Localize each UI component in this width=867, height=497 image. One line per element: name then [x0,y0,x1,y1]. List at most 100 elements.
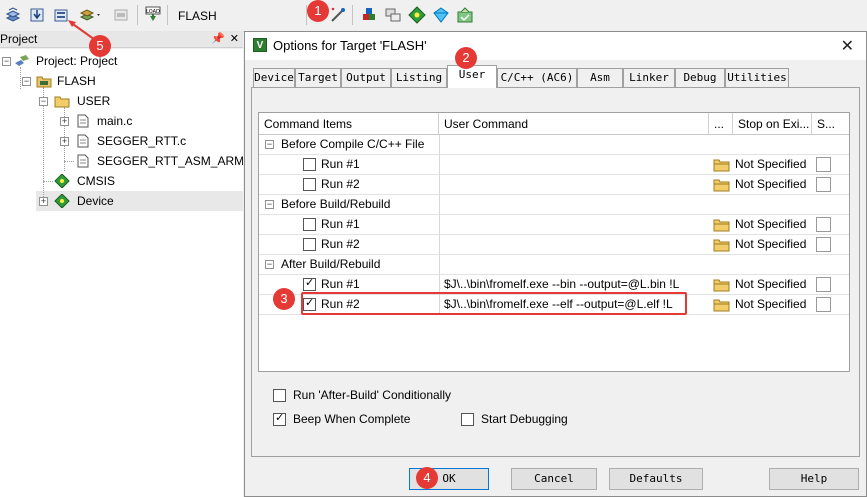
stop-on-exit-value[interactable]: Not Specified [735,155,806,175]
tab-user[interactable]: User [447,65,497,88]
pin-icon[interactable]: 📌 [211,31,225,47]
project-panel-title: Project [0,32,38,46]
file-icon [77,154,89,168]
pack-installer-icon[interactable] [456,6,474,24]
tree-item-segger-rtt-asm[interactable]: SEGGER_RTT_ASM_ARMv7M [0,151,243,171]
table-row[interactable]: Run #1 Not Specified [259,215,849,235]
manage-project-icon[interactable] [360,6,378,24]
tree-item-user[interactable]: − USER [0,91,243,111]
s-checkbox[interactable] [816,277,831,292]
expand-icon[interactable]: + [60,117,69,126]
collapse-icon[interactable]: − [2,57,11,66]
component-icon [54,194,70,208]
run-checkbox[interactable] [303,276,316,291]
run-checkbox[interactable] [303,238,316,251]
highlight-box [301,292,687,315]
tree-item-segger-rtt-c[interactable]: + SEGGER_RTT.c [0,131,243,151]
select-packs-icon[interactable] [432,6,450,24]
stop-on-exit-value[interactable]: Not Specified [735,215,806,235]
option-checkbox[interactable] [461,413,474,426]
stop-on-exit-value[interactable]: Not Specified [735,295,806,315]
annotation-badge-4: 4 [416,467,438,489]
project-tree: − Project: Project − FLASH − USER + main… [0,49,243,497]
tree-label: USER [77,94,111,108]
tab-listing[interactable]: Listing [391,68,447,87]
expand-icon[interactable]: + [60,137,69,146]
file-extensions-icon[interactable] [384,6,402,24]
browse-folder-icon[interactable] [713,158,730,172]
browse-folder-icon[interactable] [713,298,730,312]
col-command-items: Command Items [259,113,439,135]
build-icon[interactable] [4,6,22,24]
collapse-icon[interactable]: − [265,140,274,149]
tree-item-device[interactable]: + Device [0,191,243,211]
run-checkbox[interactable] [303,218,316,231]
stop-on-exit-value[interactable]: Not Specified [735,235,806,255]
cancel-button[interactable]: Cancel [511,468,597,490]
browse-folder-icon[interactable] [713,238,730,252]
s-checkbox[interactable] [816,217,831,232]
project-icon [15,55,29,66]
tree-item-main-c[interactable]: + main.c [0,111,243,131]
project-panel-header: Project 📌 ✕ [0,31,243,48]
tree-item-project[interactable]: − Project: Project [0,51,243,71]
group-before-build[interactable]: − Before Build/Rebuild [259,195,849,215]
collapse-icon[interactable]: − [39,97,48,106]
help-button[interactable]: Help [769,468,859,490]
col-browse: ... [709,113,733,135]
defaults-button[interactable]: Defaults [609,468,703,490]
collapse-icon[interactable]: − [265,200,274,209]
s-checkbox[interactable] [816,157,831,172]
browse-folder-icon[interactable] [713,278,730,292]
s-checkbox[interactable] [816,177,831,192]
browse-folder-icon[interactable] [713,218,730,232]
command-input[interactable] [439,155,709,175]
tab-output[interactable]: Output [341,68,391,87]
browse-folder-icon[interactable] [713,178,730,192]
tree-item-flash[interactable]: − FLASH [0,71,243,91]
tree-label: SEGGER_RTT.c [97,134,187,148]
download-icon[interactable]: LOAD [144,6,162,24]
run-checkbox[interactable] [303,158,316,171]
tab-target[interactable]: Target [295,68,341,87]
table-row[interactable]: Run #1 Not Specified [259,155,849,175]
option-checkbox[interactable] [273,389,286,402]
stop-build-icon[interactable] [112,6,130,24]
tree-label: SEGGER_RTT_ASM_ARMv7M [97,154,243,168]
table-row[interactable]: Run #2 Not Specified [259,235,849,255]
collapse-icon[interactable]: − [265,260,274,269]
tab-device[interactable]: Device [253,68,295,87]
dialog-close-button[interactable]: ✕ [841,36,854,56]
command-input[interactable] [439,215,709,235]
target-options-icon[interactable] [329,6,347,24]
group-before-compile[interactable]: − Before Compile C/C++ File [259,135,849,155]
s-checkbox[interactable] [816,297,831,312]
group-label: Before Compile C/C++ File [281,137,425,151]
stop-on-exit-value[interactable]: Not Specified [735,175,806,195]
rebuild-icon[interactable] [28,6,46,24]
panel-close-icon[interactable]: ✕ [230,31,239,47]
collapse-icon[interactable]: − [22,77,31,86]
target-select[interactable]: FLASH [172,7,302,25]
dialog-titlebar[interactable]: V Options for Target 'FLASH' ✕ [245,32,866,60]
manage-components-icon[interactable] [408,6,426,24]
tab-utilities[interactable]: Utilities [725,68,789,87]
option-label: Run 'After-Build' Conditionally [293,388,451,402]
tab-linker[interactable]: Linker [623,68,675,87]
run-checkbox[interactable] [303,178,316,191]
tab-cpp-ac6[interactable]: C/C++ (AC6) [497,68,577,87]
tab-debug[interactable]: Debug [675,68,725,87]
tree-item-cmsis[interactable]: CMSIS [0,171,243,191]
option-checkbox[interactable] [273,411,286,426]
col-stop-on-exit: Stop on Exi... [733,113,812,135]
command-input[interactable] [439,235,709,255]
group-after-build[interactable]: − After Build/Rebuild [259,255,849,275]
annotation-badge-5: 5 [89,35,111,57]
s-checkbox[interactable] [816,237,831,252]
tab-asm[interactable]: Asm [577,68,623,87]
stop-on-exit-value[interactable]: Not Specified [735,275,806,295]
run-label: Run #2 [321,177,360,191]
table-row[interactable]: Run #2 Not Specified [259,175,849,195]
expand-icon[interactable]: + [39,197,48,206]
command-input[interactable] [439,175,709,195]
